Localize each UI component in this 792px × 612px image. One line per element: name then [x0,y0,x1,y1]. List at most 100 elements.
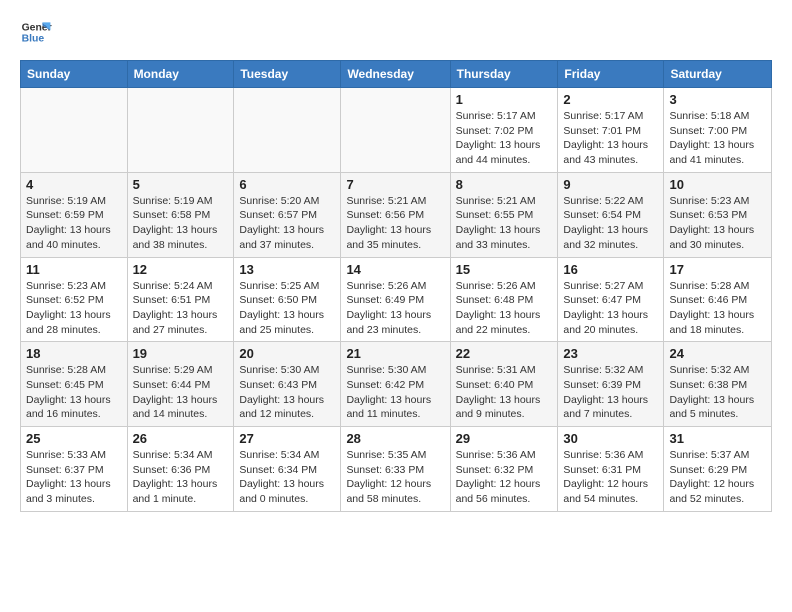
day-number: 27 [239,431,335,446]
day-number: 6 [239,177,335,192]
day-info: Sunrise: 5:17 AM Sunset: 7:02 PM Dayligh… [456,109,553,168]
day-number: 19 [133,346,229,361]
day-info: Sunrise: 5:21 AM Sunset: 6:56 PM Dayligh… [346,194,444,253]
calendar-cell: 25 Sunrise: 5:33 AM Sunset: 6:37 PM Dayli… [21,427,128,512]
calendar-cell: 3 Sunrise: 5:18 AM Sunset: 7:00 PM Daylig… [664,88,772,173]
day-number: 29 [456,431,553,446]
day-number: 17 [669,262,766,277]
calendar-cell: 29 Sunrise: 5:36 AM Sunset: 6:32 PM Dayli… [450,427,558,512]
day-number: 18 [26,346,122,361]
calendar-cell: 10 Sunrise: 5:23 AM Sunset: 6:53 PM Dayli… [664,172,772,257]
day-info: Sunrise: 5:19 AM Sunset: 6:59 PM Dayligh… [26,194,122,253]
calendar-cell: 31 Sunrise: 5:37 AM Sunset: 6:29 PM Dayli… [664,427,772,512]
day-info: Sunrise: 5:34 AM Sunset: 6:34 PM Dayligh… [239,448,335,507]
calendar-cell: 9Sunrise: 5:22 AM Sunset: 6:54 PM Daylig… [558,172,664,257]
day-number: 23 [563,346,658,361]
calendar-header: SundayMondayTuesdayWednesdayThursdayFrid… [21,61,772,88]
day-number: 8 [456,177,553,192]
calendar-cell [21,88,128,173]
day-info: Sunrise: 5:33 AM Sunset: 6:37 PM Dayligh… [26,448,122,507]
day-info: Sunrise: 5:23 AM Sunset: 6:53 PM Dayligh… [669,194,766,253]
day-info: Sunrise: 5:36 AM Sunset: 6:31 PM Dayligh… [563,448,658,507]
day-number: 30 [563,431,658,446]
calendar-cell: 21 Sunrise: 5:30 AM Sunset: 6:42 PM Dayli… [341,342,450,427]
calendar-week-2: 4 Sunrise: 5:19 AM Sunset: 6:59 PM Daylig… [21,172,772,257]
day-number: 28 [346,431,444,446]
day-number: 22 [456,346,553,361]
calendar-week-4: 18 Sunrise: 5:28 AM Sunset: 6:45 PM Dayli… [21,342,772,427]
day-number: 26 [133,431,229,446]
day-info: Sunrise: 5:32 AM Sunset: 6:39 PM Dayligh… [563,363,658,422]
day-number: 11 [26,262,122,277]
weekday-header-sunday: Sunday [21,61,128,88]
calendar-cell: 2Sunrise: 5:17 AM Sunset: 7:01 PM Daylig… [558,88,664,173]
day-number: 1 [456,92,553,107]
calendar-cell [341,88,450,173]
calendar-cell: 12 Sunrise: 5:24 AM Sunset: 6:51 PM Dayli… [127,257,234,342]
day-info: Sunrise: 5:27 AM Sunset: 6:47 PM Dayligh… [563,279,658,338]
calendar-cell: 30 Sunrise: 5:36 AM Sunset: 6:31 PM Dayli… [558,427,664,512]
day-info: Sunrise: 5:37 AM Sunset: 6:29 PM Dayligh… [669,448,766,507]
day-number: 31 [669,431,766,446]
day-info: Sunrise: 5:30 AM Sunset: 6:42 PM Dayligh… [346,363,444,422]
page-header: General Blue [20,16,772,48]
calendar-cell: 4 Sunrise: 5:19 AM Sunset: 6:59 PM Daylig… [21,172,128,257]
day-info: Sunrise: 5:28 AM Sunset: 6:46 PM Dayligh… [669,279,766,338]
calendar-cell: 23 Sunrise: 5:32 AM Sunset: 6:39 PM Dayli… [558,342,664,427]
day-info: Sunrise: 5:22 AM Sunset: 6:54 PM Dayligh… [563,194,658,253]
day-number: 2 [563,92,658,107]
calendar-cell: 15Sunrise: 5:26 AM Sunset: 6:48 PM Dayli… [450,257,558,342]
day-number: 25 [26,431,122,446]
weekday-header-monday: Monday [127,61,234,88]
day-number: 20 [239,346,335,361]
calendar-cell: 24Sunrise: 5:32 AM Sunset: 6:38 PM Dayli… [664,342,772,427]
calendar-cell: 27 Sunrise: 5:34 AM Sunset: 6:34 PM Dayli… [234,427,341,512]
calendar-cell: 11 Sunrise: 5:23 AM Sunset: 6:52 PM Dayli… [21,257,128,342]
day-info: Sunrise: 5:31 AM Sunset: 6:40 PM Dayligh… [456,363,553,422]
day-info: Sunrise: 5:35 AM Sunset: 6:33 PM Dayligh… [346,448,444,507]
calendar-cell: 20 Sunrise: 5:30 AM Sunset: 6:43 PM Dayli… [234,342,341,427]
day-info: Sunrise: 5:28 AM Sunset: 6:45 PM Dayligh… [26,363,122,422]
calendar-cell: 19 Sunrise: 5:29 AM Sunset: 6:44 PM Dayli… [127,342,234,427]
day-number: 10 [669,177,766,192]
weekday-header-friday: Friday [558,61,664,88]
logo: General Blue [20,16,52,48]
calendar-cell: 16Sunrise: 5:27 AM Sunset: 6:47 PM Dayli… [558,257,664,342]
calendar-week-3: 11 Sunrise: 5:23 AM Sunset: 6:52 PM Dayli… [21,257,772,342]
day-info: Sunrise: 5:29 AM Sunset: 6:44 PM Dayligh… [133,363,229,422]
day-number: 21 [346,346,444,361]
day-info: Sunrise: 5:24 AM Sunset: 6:51 PM Dayligh… [133,279,229,338]
day-info: Sunrise: 5:18 AM Sunset: 7:00 PM Dayligh… [669,109,766,168]
day-info: Sunrise: 5:23 AM Sunset: 6:52 PM Dayligh… [26,279,122,338]
calendar-cell: 8Sunrise: 5:21 AM Sunset: 6:55 PM Daylig… [450,172,558,257]
weekday-row: SundayMondayTuesdayWednesdayThursdayFrid… [21,61,772,88]
weekday-header-thursday: Thursday [450,61,558,88]
weekday-header-saturday: Saturday [664,61,772,88]
calendar-body: 1 Sunrise: 5:17 AM Sunset: 7:02 PM Daylig… [21,88,772,512]
day-info: Sunrise: 5:30 AM Sunset: 6:43 PM Dayligh… [239,363,335,422]
day-number: 12 [133,262,229,277]
calendar-cell: 13Sunrise: 5:25 AM Sunset: 6:50 PM Dayli… [234,257,341,342]
day-info: Sunrise: 5:19 AM Sunset: 6:58 PM Dayligh… [133,194,229,253]
day-number: 14 [346,262,444,277]
day-info: Sunrise: 5:36 AM Sunset: 6:32 PM Dayligh… [456,448,553,507]
calendar-cell: 6Sunrise: 5:20 AM Sunset: 6:57 PM Daylig… [234,172,341,257]
calendar-cell: 22 Sunrise: 5:31 AM Sunset: 6:40 PM Dayli… [450,342,558,427]
calendar-week-1: 1 Sunrise: 5:17 AM Sunset: 7:02 PM Daylig… [21,88,772,173]
calendar-cell: 17 Sunrise: 5:28 AM Sunset: 6:46 PM Dayli… [664,257,772,342]
calendar-cell [127,88,234,173]
calendar-table: SundayMondayTuesdayWednesdayThursdayFrid… [20,60,772,512]
calendar-cell: 5Sunrise: 5:19 AM Sunset: 6:58 PM Daylig… [127,172,234,257]
logo-icon: General Blue [20,16,52,48]
day-info: Sunrise: 5:26 AM Sunset: 6:48 PM Dayligh… [456,279,553,338]
calendar-cell: 26 Sunrise: 5:34 AM Sunset: 6:36 PM Dayli… [127,427,234,512]
svg-text:Blue: Blue [22,34,45,45]
day-number: 3 [669,92,766,107]
day-number: 4 [26,177,122,192]
day-info: Sunrise: 5:25 AM Sunset: 6:50 PM Dayligh… [239,279,335,338]
calendar-cell: 1 Sunrise: 5:17 AM Sunset: 7:02 PM Daylig… [450,88,558,173]
calendar-cell: 18 Sunrise: 5:28 AM Sunset: 6:45 PM Dayli… [21,342,128,427]
day-info: Sunrise: 5:34 AM Sunset: 6:36 PM Dayligh… [133,448,229,507]
day-number: 7 [346,177,444,192]
calendar-cell: 28 Sunrise: 5:35 AM Sunset: 6:33 PM Dayli… [341,427,450,512]
